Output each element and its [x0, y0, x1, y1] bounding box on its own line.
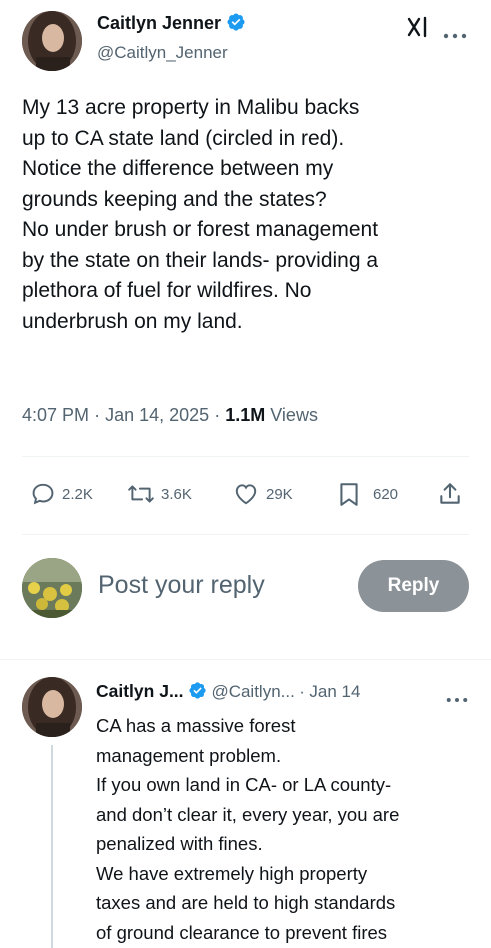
tweet-date[interactable]: Jan 14, 2025	[105, 405, 209, 425]
reply-author-name[interactable]: Caitlyn J...	[96, 681, 184, 701]
author-name[interactable]: Caitlyn Jenner	[97, 13, 221, 33]
retweet-count: 3.6K	[161, 485, 192, 503]
verified-badge-icon	[188, 681, 207, 705]
verified-badge-icon	[226, 12, 246, 37]
my-avatar[interactable]	[22, 558, 82, 618]
share-button[interactable]	[437, 481, 469, 507]
more-icon[interactable]	[443, 26, 467, 44]
author-handle[interactable]: @Caitlyn_Jenner	[97, 43, 228, 63]
author-name-row: Caitlyn Jenner	[97, 12, 246, 37]
retweet-button[interactable]: 3.6K	[127, 481, 192, 507]
thread-line	[51, 745, 53, 948]
views-count: 1.1M	[225, 405, 266, 425]
reply-input[interactable]: Post your reply	[98, 571, 265, 600]
divider	[22, 456, 469, 457]
share-icon	[440, 483, 460, 504]
like-count: 29K	[266, 485, 293, 503]
bookmark-icon	[340, 483, 358, 506]
grok-icon[interactable]	[407, 16, 429, 43]
reply-more-icon[interactable]	[446, 690, 468, 708]
views-label: Views	[270, 405, 318, 425]
tweet-time[interactable]: 4:07 PM	[22, 405, 89, 425]
reply-submit-button[interactable]: Reply	[358, 560, 469, 612]
reply-author-avatar[interactable]	[22, 677, 82, 737]
like-button[interactable]: 29K	[232, 481, 293, 507]
bookmark-button[interactable]: 620	[337, 481, 398, 507]
reply-text: CA has a massive forest management probl…	[96, 715, 400, 943]
tweet-meta: 4:07 PM · Jan 14, 2025 · 1.1M Views	[22, 405, 318, 425]
reply-count: 2.2K	[62, 485, 93, 503]
bookmark-count: 620	[373, 485, 399, 503]
divider	[22, 534, 469, 535]
reply-icon	[32, 483, 54, 505]
reply-header: Caitlyn J... @Caitlyn... · Jan 14	[96, 681, 360, 705]
divider	[0, 659, 491, 660]
reply-button[interactable]: 2.2K	[30, 481, 93, 507]
heart-icon	[235, 484, 257, 505]
tweet-text: My 13 acre property in Malibu backs up t…	[22, 96, 379, 333]
reply-author-handle[interactable]: @Caitlyn...	[211, 682, 294, 701]
reply-date[interactable]: Jan 14	[309, 682, 360, 701]
author-avatar[interactable]	[22, 11, 82, 71]
retweet-icon	[128, 485, 154, 503]
